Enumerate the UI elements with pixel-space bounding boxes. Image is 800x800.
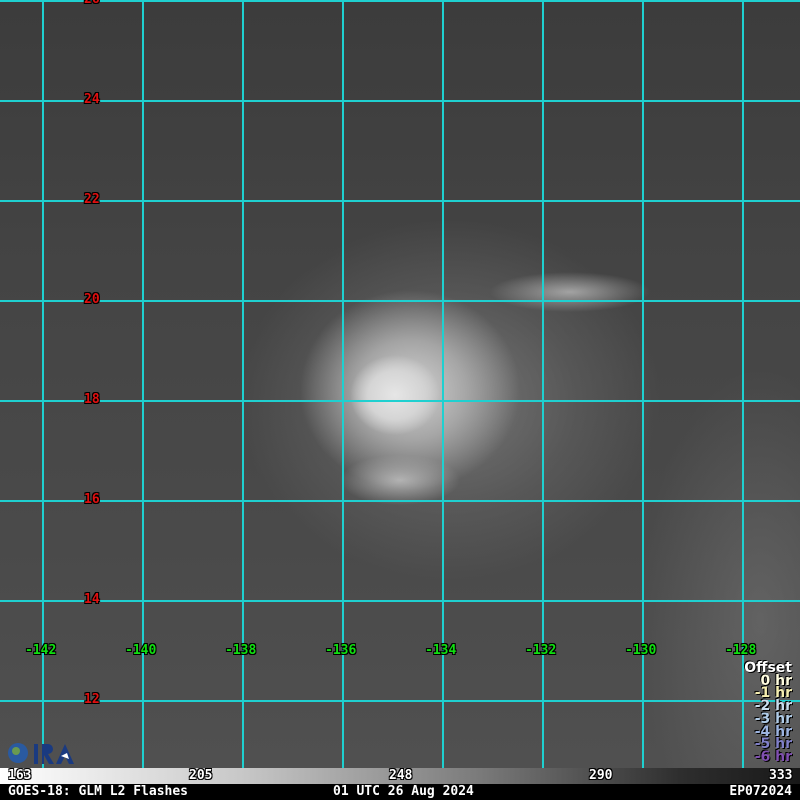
gridline-lat-26: [0, 0, 800, 2]
colorbar-tick: 205: [189, 768, 213, 783]
product-label: GOES-18: GLM L2 Flashes: [8, 784, 189, 799]
lon-label: -140: [125, 643, 157, 658]
lat-label: 18: [84, 392, 100, 407]
lon-label: -134: [425, 643, 457, 658]
lat-label: 22: [84, 192, 100, 207]
lat-label: 14: [84, 592, 100, 607]
gridline-lat-20: [0, 300, 800, 302]
lon-label: -132: [525, 643, 557, 658]
lat-label: 12: [84, 692, 100, 707]
storm-id: EP072024: [729, 784, 792, 799]
colorbar-tick: 333: [769, 768, 793, 783]
gridline-lat-14: [0, 600, 800, 602]
gridline-lat-24: [0, 100, 800, 102]
timestamp: 01 UTC 26 Aug 2024: [333, 784, 474, 799]
lat-label: 20: [84, 292, 100, 307]
colorbar: 163 205 248 290 333: [0, 768, 800, 784]
satellite-image: 26 24 22 20 18 16 14 12 -142 -140 -138 -…: [0, 0, 800, 768]
footer: GOES-18: GLM L2 Flashes 01 UTC 26 Aug 20…: [0, 784, 800, 800]
lon-label: -136: [325, 643, 357, 658]
gridline-lat-16: [0, 500, 800, 502]
lon-label: -130: [625, 643, 657, 658]
lat-label: 16: [84, 492, 100, 507]
lat-label: 26: [84, 0, 100, 7]
lat-label: 24: [84, 92, 100, 107]
colorbar-tick: 290: [589, 768, 613, 783]
gridline-lat-22: [0, 200, 800, 202]
legend-item: -6 hr: [754, 748, 792, 765]
lon-label: -138: [225, 643, 257, 658]
colorbar-tick: 163: [8, 768, 32, 783]
cira-logo: [8, 743, 74, 764]
lon-label: -128: [725, 643, 757, 658]
gridline-lat-18: [0, 400, 800, 402]
time-offset-legend: Offset 0 hr -1 hr -2 hr -3 hr -4 hr -5 h…: [744, 661, 792, 765]
gridline-lat-12: [0, 700, 800, 702]
lon-label: -142: [25, 643, 57, 658]
colorbar-tick: 248: [389, 768, 413, 783]
